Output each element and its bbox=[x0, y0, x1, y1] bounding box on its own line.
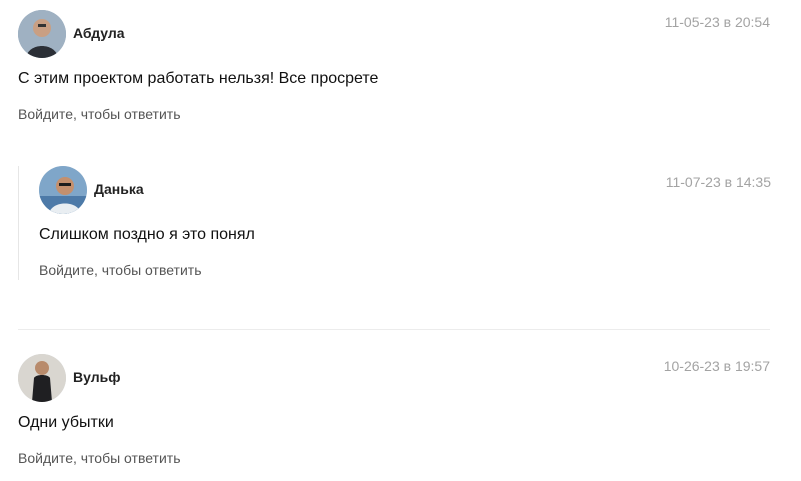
login-to-reply-link[interactable]: Войдите, чтобы ответить bbox=[18, 106, 181, 122]
comment-date: 11-05-23 в 20:54 bbox=[664, 14, 770, 30]
comment-item: Вульф 10-26-23 в 19:57 Одни убытки Войди… bbox=[18, 354, 770, 474]
comment-text: Одни убытки bbox=[18, 414, 114, 431]
reply-thread: Данька 11-07-23 в 14:35 Слишком поздно я… bbox=[18, 166, 771, 280]
comment-text: С этим проектом работать нельзя! Все про… bbox=[18, 70, 379, 87]
avatar[interactable] bbox=[39, 166, 87, 214]
login-to-reply-link[interactable]: Войдите, чтобы ответить bbox=[18, 450, 181, 466]
user-avatar-icon bbox=[39, 166, 87, 214]
user-avatar-icon bbox=[18, 10, 66, 58]
author-name[interactable]: Вульф bbox=[73, 369, 120, 385]
comment-item: Абдула 11-05-23 в 20:54 С этим проектом … bbox=[18, 10, 770, 130]
comment-item: Данька 11-07-23 в 14:35 Слишком поздно я… bbox=[39, 166, 771, 280]
divider bbox=[18, 329, 770, 330]
login-to-reply-link[interactable]: Войдите, чтобы ответить bbox=[39, 262, 202, 278]
comment-date: 11-07-23 в 14:35 bbox=[665, 174, 771, 190]
comment-text: Слишком поздно я это понял bbox=[39, 226, 255, 243]
comment-date: 10-26-23 в 19:57 bbox=[663, 358, 770, 374]
avatar[interactable] bbox=[18, 354, 66, 402]
author-name[interactable]: Данька bbox=[94, 181, 144, 197]
user-avatar-icon bbox=[18, 354, 66, 402]
avatar[interactable] bbox=[18, 10, 66, 58]
author-name[interactable]: Абдула bbox=[73, 25, 125, 41]
